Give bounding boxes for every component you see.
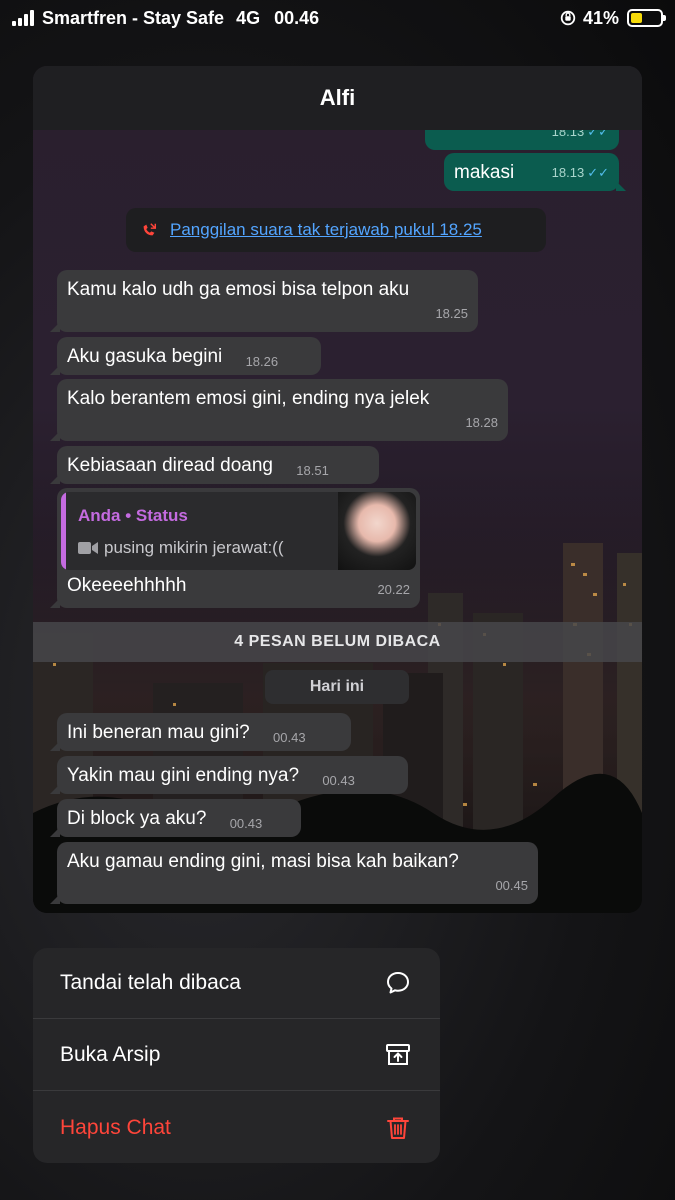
chat-bubble-icon xyxy=(387,972,409,994)
message-in-reply[interactable]: Anda • Status pusing mikirin jerawat:(( … xyxy=(50,488,420,608)
network-type: 4G xyxy=(236,7,261,28)
message-out[interactable]: makasi 18.13 ✓✓ xyxy=(444,153,626,191)
message-time: 00.45 xyxy=(495,878,528,893)
message-time: 18.51 xyxy=(296,463,329,478)
chat-preview[interactable]: Alfi 18.13 ✓✓ makasi 18.13 ✓✓ Panggilan su… xyxy=(33,66,642,913)
message-text: Yakin mau gini ending nya? xyxy=(67,765,300,786)
message-text: Aku gasuka begini xyxy=(67,346,223,367)
message-time: 00.43 xyxy=(273,730,306,745)
menu-item-label: Tandai telah dibaca xyxy=(60,971,241,994)
read-ticks-icon: ✓✓ xyxy=(587,165,609,180)
message-in[interactable]: Aku gamau ending gini, masi bisa kah bai… xyxy=(50,842,538,904)
message-text: makasi xyxy=(454,162,515,183)
message-time: 20.22 xyxy=(377,582,410,597)
message-time: 18.13 ✓✓ xyxy=(551,165,609,180)
rotation-lock-icon xyxy=(560,10,576,26)
message-time: 18.25 xyxy=(435,306,468,321)
message-time: 18.28 xyxy=(465,415,498,430)
message-text: Aku gamau ending gini, masi bisa kah bai… xyxy=(67,851,459,872)
missed-call-icon xyxy=(143,223,157,236)
message-text: Okeeeehhhhh xyxy=(67,575,187,596)
context-menu: Tandai telah dibaca Buka Arsip Hapus Cha… xyxy=(33,948,440,1163)
message-text: Di block ya aku? xyxy=(67,808,207,829)
unread-label: 4 PESAN BELUM DIBACA xyxy=(234,633,441,650)
quoted-author: Anda • Status xyxy=(78,506,188,525)
open-archive-button[interactable]: Buka Arsip xyxy=(33,1020,440,1091)
menu-item-label: Hapus Chat xyxy=(60,1115,171,1139)
status-bar: Smartfren - Stay Safe 4G 00.46 41% xyxy=(0,0,675,36)
message-in[interactable]: Aku gasuka begini 18.26 xyxy=(50,337,321,375)
message-in[interactable]: Kebiasaan diread doang 18.51 xyxy=(50,446,379,484)
message-text: Ini beneran mau gini? xyxy=(67,722,250,743)
quote-accent-bar xyxy=(61,492,66,570)
message-text: Kamu kalo udh ga emosi bisa telpon aku xyxy=(67,279,410,300)
mark-as-read-button[interactable]: Tandai telah dibaca xyxy=(33,948,440,1019)
message-in[interactable]: Di block ya aku? 00.43 xyxy=(50,799,301,837)
chat-header: Alfi xyxy=(33,66,642,130)
signal-icon xyxy=(12,10,34,26)
date-separator: Hari ini xyxy=(265,670,409,704)
carrier-name: Smartfren - Stay Safe xyxy=(42,7,225,28)
unread-divider: 4 PESAN BELUM DIBACA xyxy=(33,622,642,662)
missed-call-notice[interactable]: Panggilan suara tak terjawab pukul 18.25 xyxy=(126,208,546,252)
menu-item-label: Buka Arsip xyxy=(60,1043,161,1066)
video-icon xyxy=(78,542,98,554)
date-label: Hari ini xyxy=(309,678,365,695)
message-in[interactable]: Kamu kalo udh ga emosi bisa telpon aku 1… xyxy=(50,270,478,332)
delete-chat-button[interactable]: Hapus Chat xyxy=(33,1092,440,1163)
clock: 00.46 xyxy=(274,7,320,28)
contact-name: Alfi xyxy=(319,85,356,110)
message-in[interactable]: Kalo berantem emosi gini, ending nya jel… xyxy=(50,379,508,441)
status-thumbnail xyxy=(338,492,416,570)
archive-icon xyxy=(386,1044,410,1065)
message-time: 18.26 xyxy=(245,354,279,369)
missed-call-text[interactable]: Panggilan suara tak terjawab pukul 18.25 xyxy=(170,220,482,240)
message-text: Kalo berantem emosi gini, ending nya jel… xyxy=(67,388,430,409)
message-in[interactable]: Ini beneran mau gini? 00.43 xyxy=(50,713,351,751)
quoted-text: pusing mikirin jerawat:(( xyxy=(104,538,284,557)
battery-percent: 41% xyxy=(582,7,619,28)
message-text: Kebiasaan diread doang xyxy=(67,455,274,476)
trash-icon xyxy=(387,1117,409,1139)
quoted-status[interactable]: Anda • Status pusing mikirin jerawat:(( xyxy=(61,492,416,570)
message-time: 00.43 xyxy=(229,816,263,831)
message-in[interactable]: Yakin mau gini ending nya? 00.43 xyxy=(50,756,408,794)
message-time: 00.43 xyxy=(322,773,355,788)
battery-icon xyxy=(627,9,666,27)
